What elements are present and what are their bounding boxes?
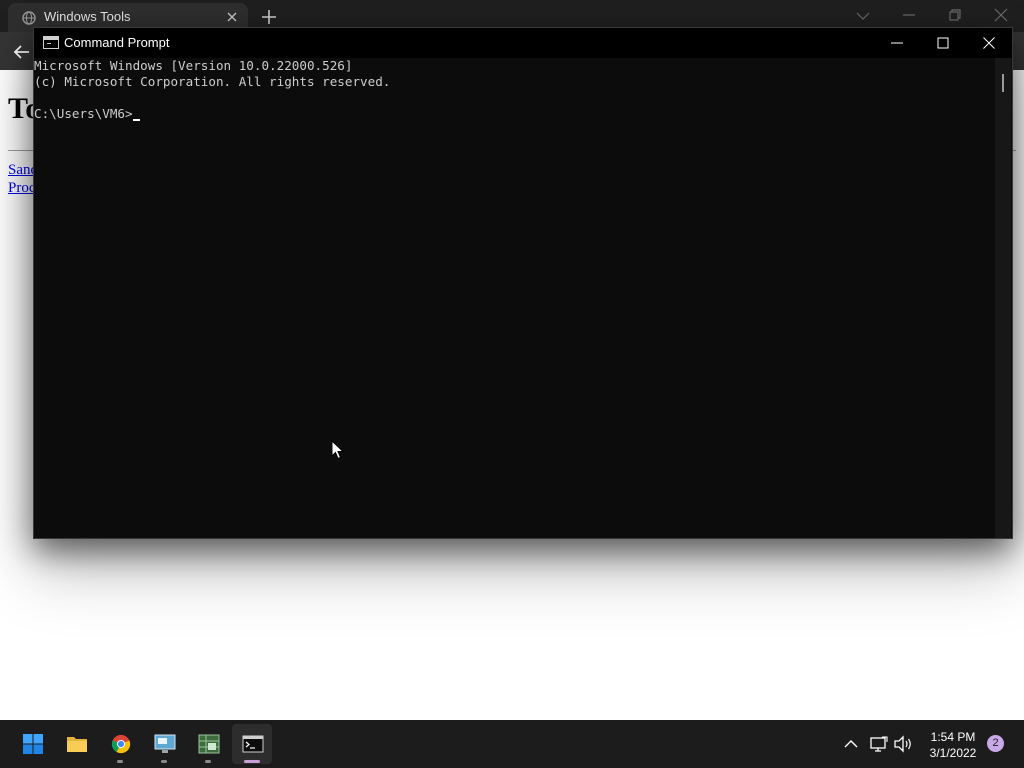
console-line: (c) Microsoft Corporation. All rights re… — [34, 74, 391, 89]
close-icon — [983, 37, 995, 49]
new-tab-icon[interactable] — [260, 8, 278, 26]
minimize-icon[interactable] — [900, 6, 918, 24]
clock-time: 1:54 PM — [930, 730, 976, 744]
command-prompt-icon — [43, 36, 59, 49]
spreadsheet-app-icon — [198, 734, 220, 754]
running-indicator — [117, 760, 123, 763]
command-prompt-window[interactable]: Command Prompt Microsoft Windows [Versio… — [33, 27, 1013, 539]
mouse-pointer-icon — [331, 440, 345, 460]
taskbar: 1:54 PM 3/1/2022 — [0, 720, 1024, 768]
volume-icon[interactable] — [893, 734, 913, 754]
cmd-titlebar[interactable]: Command Prompt — [34, 28, 1012, 58]
console-prompt-line: C:\Users\VM6> — [34, 106, 994, 122]
minimize-icon — [891, 42, 903, 44]
taskbar-chrome[interactable] — [100, 724, 140, 764]
active-indicator — [244, 760, 260, 763]
terminal-icon — [242, 735, 264, 753]
console-prompt: C:\Users\VM6> — [34, 106, 133, 121]
taskbar-remote-desktop[interactable] — [144, 724, 184, 764]
cmd-console-output[interactable]: Microsoft Windows [Version 10.0.22000.52… — [34, 58, 994, 538]
clock-date: 3/1/2022 — [929, 746, 977, 760]
cmd-minimize-button[interactable] — [874, 28, 920, 58]
windows-start-icon — [23, 734, 43, 754]
chevron-down-icon[interactable] — [854, 6, 872, 24]
cmd-scrollbar[interactable] — [995, 58, 1011, 538]
monitor-app-icon — [154, 734, 176, 753]
start-button[interactable] — [12, 724, 52, 764]
network-icon[interactable] — [869, 734, 889, 754]
close-icon[interactable] — [992, 6, 1010, 24]
folder-icon — [67, 737, 87, 752]
chevron-up-icon[interactable] — [841, 734, 861, 754]
clock[interactable]: 1:54 PM 3/1/2022 — [926, 729, 980, 761]
taskbar-spreadsheet-app[interactable] — [188, 724, 228, 764]
running-indicator — [161, 760, 167, 763]
browser-tab-title: Windows Tools — [44, 9, 131, 24]
taskbar-command-prompt[interactable] — [232, 724, 272, 764]
cmd-close-button[interactable] — [966, 28, 1012, 58]
maximize-icon — [937, 37, 949, 49]
restore-icon[interactable] — [946, 6, 964, 24]
notification-badge[interactable]: 2 — [987, 735, 1004, 752]
globe-icon — [22, 11, 36, 25]
running-indicator — [205, 760, 211, 763]
scrollbar-thumb[interactable] — [1002, 74, 1004, 92]
cmd-maximize-button[interactable] — [920, 28, 966, 58]
back-arrow-icon[interactable] — [12, 42, 32, 62]
cmd-window-title: Command Prompt — [64, 35, 170, 50]
console-line: Microsoft Windows [Version 10.0.22000.52… — [34, 58, 353, 73]
tab-close-icon[interactable] — [224, 9, 240, 25]
text-cursor — [132, 119, 140, 121]
chrome-icon — [111, 734, 131, 754]
taskbar-file-explorer[interactable] — [56, 724, 96, 764]
